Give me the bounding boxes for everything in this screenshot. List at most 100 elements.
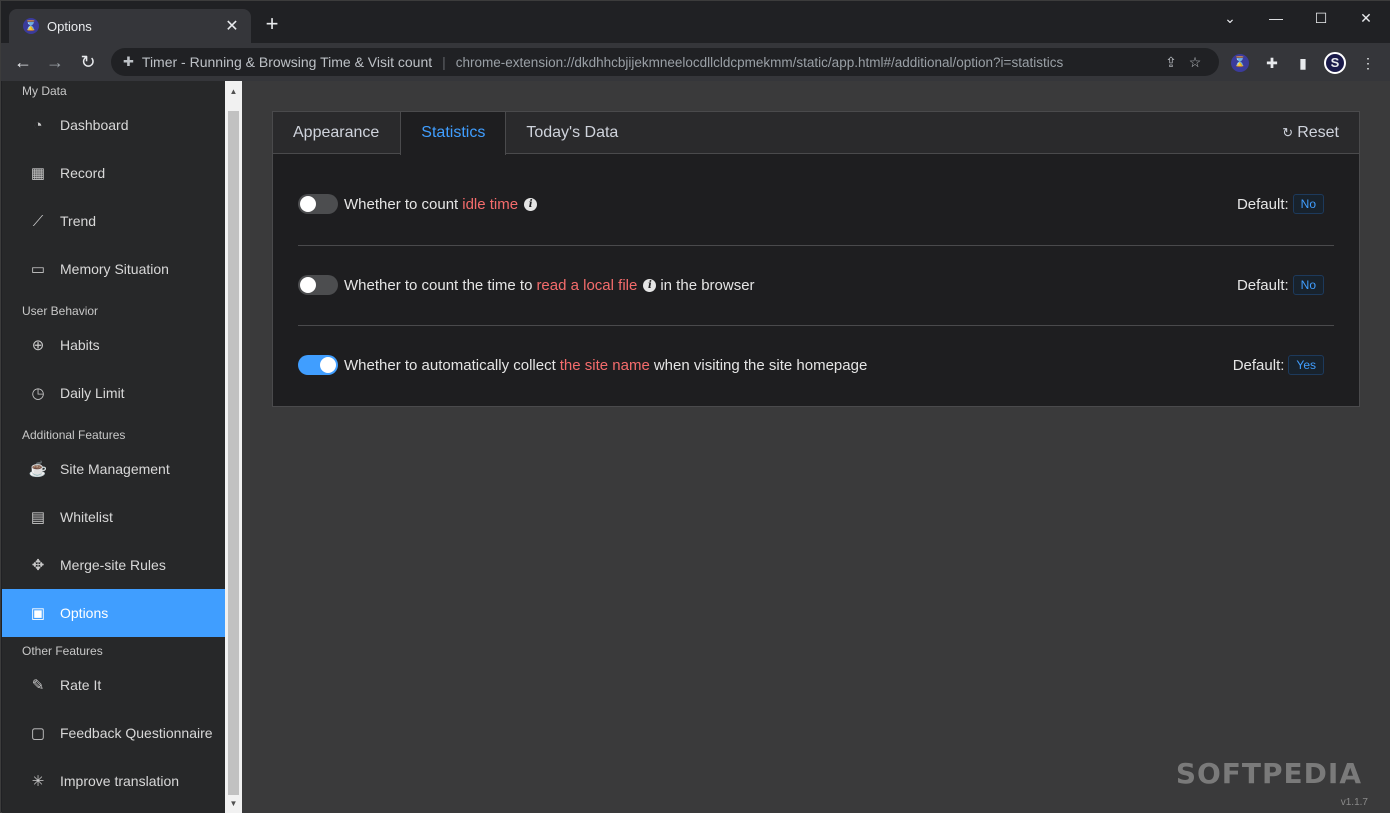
sidebar-item-label: Memory Situation xyxy=(60,261,169,277)
tab-appearance[interactable]: Appearance xyxy=(273,112,400,154)
options-icon: ▣ xyxy=(30,605,46,622)
sidebar-group-user-behavior: User Behavior xyxy=(22,304,99,318)
crosshair-icon: ⊕ xyxy=(31,337,45,354)
sidebar-item-habits[interactable]: ⊕ Habits xyxy=(2,321,225,369)
extensions-puzzle-icon[interactable]: ✚ xyxy=(1261,52,1283,74)
folder-icon: ▭ xyxy=(30,261,46,278)
toggle-knob xyxy=(320,357,336,373)
browser-window: ⌛ Options ✕ + ⌄ — ☐ ✕ ← → ↻ ✚ Timer - Ru… xyxy=(0,0,1390,813)
sidebar-item-label: Habits xyxy=(60,337,100,353)
sidebar-item-memory-situation[interactable]: ▭ Memory Situation xyxy=(2,245,225,293)
document-icon: ▤ xyxy=(30,509,46,526)
option-row-site-name: Whether to automatically collect the sit… xyxy=(298,325,1334,405)
maximize-icon[interactable]: ☐ xyxy=(1298,7,1344,29)
site-name-toggle[interactable] xyxy=(298,355,338,375)
sidebar-group-additional-features: Additional Features xyxy=(22,428,126,442)
move-icon: ✥ xyxy=(31,557,45,574)
option-suffix: in the browser xyxy=(660,276,755,294)
candy-icon: ✎ xyxy=(31,677,45,694)
option-text: Whether to automatically collect xyxy=(344,356,556,374)
tab-close-icon[interactable]: ✕ xyxy=(223,16,241,36)
option-row-local-file: Whether to count the time to read a loca… xyxy=(298,245,1334,325)
default-value-tag: No xyxy=(1292,194,1324,214)
window-close-icon[interactable]: ✕ xyxy=(1343,7,1389,29)
options-tabs: Appearance Statistics Today's Data ↻ Rese… xyxy=(273,112,1359,155)
option-text: Whether to count xyxy=(344,195,459,213)
sidebar-item-label: Dashboard xyxy=(60,117,129,133)
sidebar-item-label: Rate It xyxy=(60,677,102,693)
idle-time-toggle[interactable] xyxy=(298,194,338,214)
options-card: Appearance Statistics Today's Data ↻ Rese… xyxy=(272,111,1360,407)
tab-statistics[interactable]: Statistics xyxy=(400,112,507,155)
sidebar-item-rate-it[interactable]: ✎ Rate It xyxy=(2,661,225,709)
sidebar-item-label: Site Management xyxy=(60,461,170,477)
chevron-down-icon[interactable]: ⌄ xyxy=(1207,7,1253,29)
profile-avatar[interactable]: S xyxy=(1324,52,1346,74)
sidebar-item-record[interactable]: ▦ Record xyxy=(2,149,225,197)
sidebar-item-whitelist[interactable]: ▤ Whitelist xyxy=(2,493,225,541)
toggle-knob xyxy=(300,277,316,293)
local-file-toggle[interactable] xyxy=(298,275,338,295)
sidebar-item-label: Daily Limit xyxy=(60,385,125,401)
reload-icon[interactable]: ↻ xyxy=(76,50,100,74)
sidebar-item-improve-translation[interactable]: ✳ Improve translation xyxy=(2,757,225,805)
sidebar-scrollbar[interactable]: ▲ ▼ xyxy=(225,81,242,813)
tab-title: Options xyxy=(47,18,92,34)
refresh-icon: ↻ xyxy=(1282,125,1294,140)
sidebar-item-label: Trend xyxy=(60,213,97,229)
calendar-icon: ▦ xyxy=(30,165,46,182)
omnibox-separator: | xyxy=(442,54,446,70)
option-highlight: the site name xyxy=(559,356,650,374)
sidebar-item-merge-site-rules[interactable]: ✥ Merge-site Rules xyxy=(2,541,225,589)
sidebar-item-site-management[interactable]: ☕ Site Management xyxy=(2,445,225,493)
info-icon[interactable]: i xyxy=(643,278,657,292)
sidebar-item-feedback-questionnaire[interactable]: ▢ Feedback Questionnaire xyxy=(2,709,225,757)
omnibox-page-title: Timer - Running & Browsing Time & Visit … xyxy=(141,54,433,70)
timer-extension-button[interactable]: ⌛ xyxy=(1231,54,1249,72)
sidebar-item-label: Feedback Questionnaire xyxy=(60,725,213,741)
share-icon[interactable]: ⇪ xyxy=(1159,54,1183,71)
dashboard-icon: ◔ xyxy=(33,116,43,134)
browser-tab-options[interactable]: ⌛ Options ✕ xyxy=(9,9,251,43)
timer-extension-icon: ⌛ xyxy=(23,18,39,34)
default-label: Default: xyxy=(1232,356,1285,374)
version-label: v1.1.7 xyxy=(1340,797,1368,808)
sidebar-item-daily-limit[interactable]: ◷ Daily Limit xyxy=(2,369,225,417)
loading-icon: ✳ xyxy=(31,773,45,790)
main-content: Appearance Statistics Today's Data ↻ Rese… xyxy=(242,81,1390,813)
sidebar-item-trend[interactable]: ⟋ Trend xyxy=(2,197,225,245)
reset-label: Reset xyxy=(1297,124,1339,141)
address-bar[interactable]: ✚ Timer - Running & Browsing Time & Visi… xyxy=(111,48,1219,76)
scroll-up-icon[interactable]: ▲ xyxy=(225,83,242,100)
star-icon[interactable]: ☆ xyxy=(1183,54,1207,71)
title-bar: ⌛ Options ✕ + ⌄ — ☐ ✕ xyxy=(1,1,1390,43)
back-arrow-icon[interactable]: ← xyxy=(11,50,35,74)
new-tab-button[interactable]: + xyxy=(261,13,283,35)
sidebar-item-label: Whitelist xyxy=(60,509,113,525)
puzzle-icon: ✚ xyxy=(123,54,134,69)
scroll-down-icon[interactable]: ▼ xyxy=(225,795,242,812)
info-icon[interactable]: i xyxy=(524,197,538,211)
scrollbar-thumb[interactable] xyxy=(228,111,239,795)
default-value-tag: No xyxy=(1292,275,1324,295)
reset-button[interactable]: ↻ Reset xyxy=(1282,112,1339,154)
minimize-icon[interactable]: — xyxy=(1253,7,1299,29)
side-panel-icon[interactable]: ▮ xyxy=(1292,52,1314,74)
softpedia-watermark: SOFTPEDIA xyxy=(1175,757,1362,790)
forward-arrow-icon[interactable]: → xyxy=(43,50,67,74)
sidebar-item-label: Options xyxy=(60,605,109,621)
sidebar-item-label: Record xyxy=(60,165,106,181)
tab-todays-data[interactable]: Today's Data xyxy=(506,112,639,154)
sidebar-item-label: Improve translation xyxy=(60,773,180,789)
omnibox-url[interactable]: chrome-extension://dkdhhcbjijekmneelocdl… xyxy=(456,55,1159,70)
sidebar-item-options[interactable]: ▣ Options xyxy=(2,589,225,637)
sidebar-menu: My Data ◔ Dashboard ▦ Record ⟋ Trend ▭ M… xyxy=(2,81,225,813)
default-value-tag: Yes xyxy=(1288,355,1324,375)
option-text: Whether to count the time to xyxy=(344,276,533,294)
default-label: Default: xyxy=(1236,276,1289,294)
sidebar-item-dashboard[interactable]: ◔ Dashboard xyxy=(2,101,225,149)
menu-kebab-icon[interactable]: ⋮ xyxy=(1357,52,1379,74)
trend-icon: ⟋ xyxy=(32,212,44,230)
default-label: Default: xyxy=(1236,195,1289,213)
option-row-idle-time: Whether to count idle time i Default: No xyxy=(298,164,1334,244)
